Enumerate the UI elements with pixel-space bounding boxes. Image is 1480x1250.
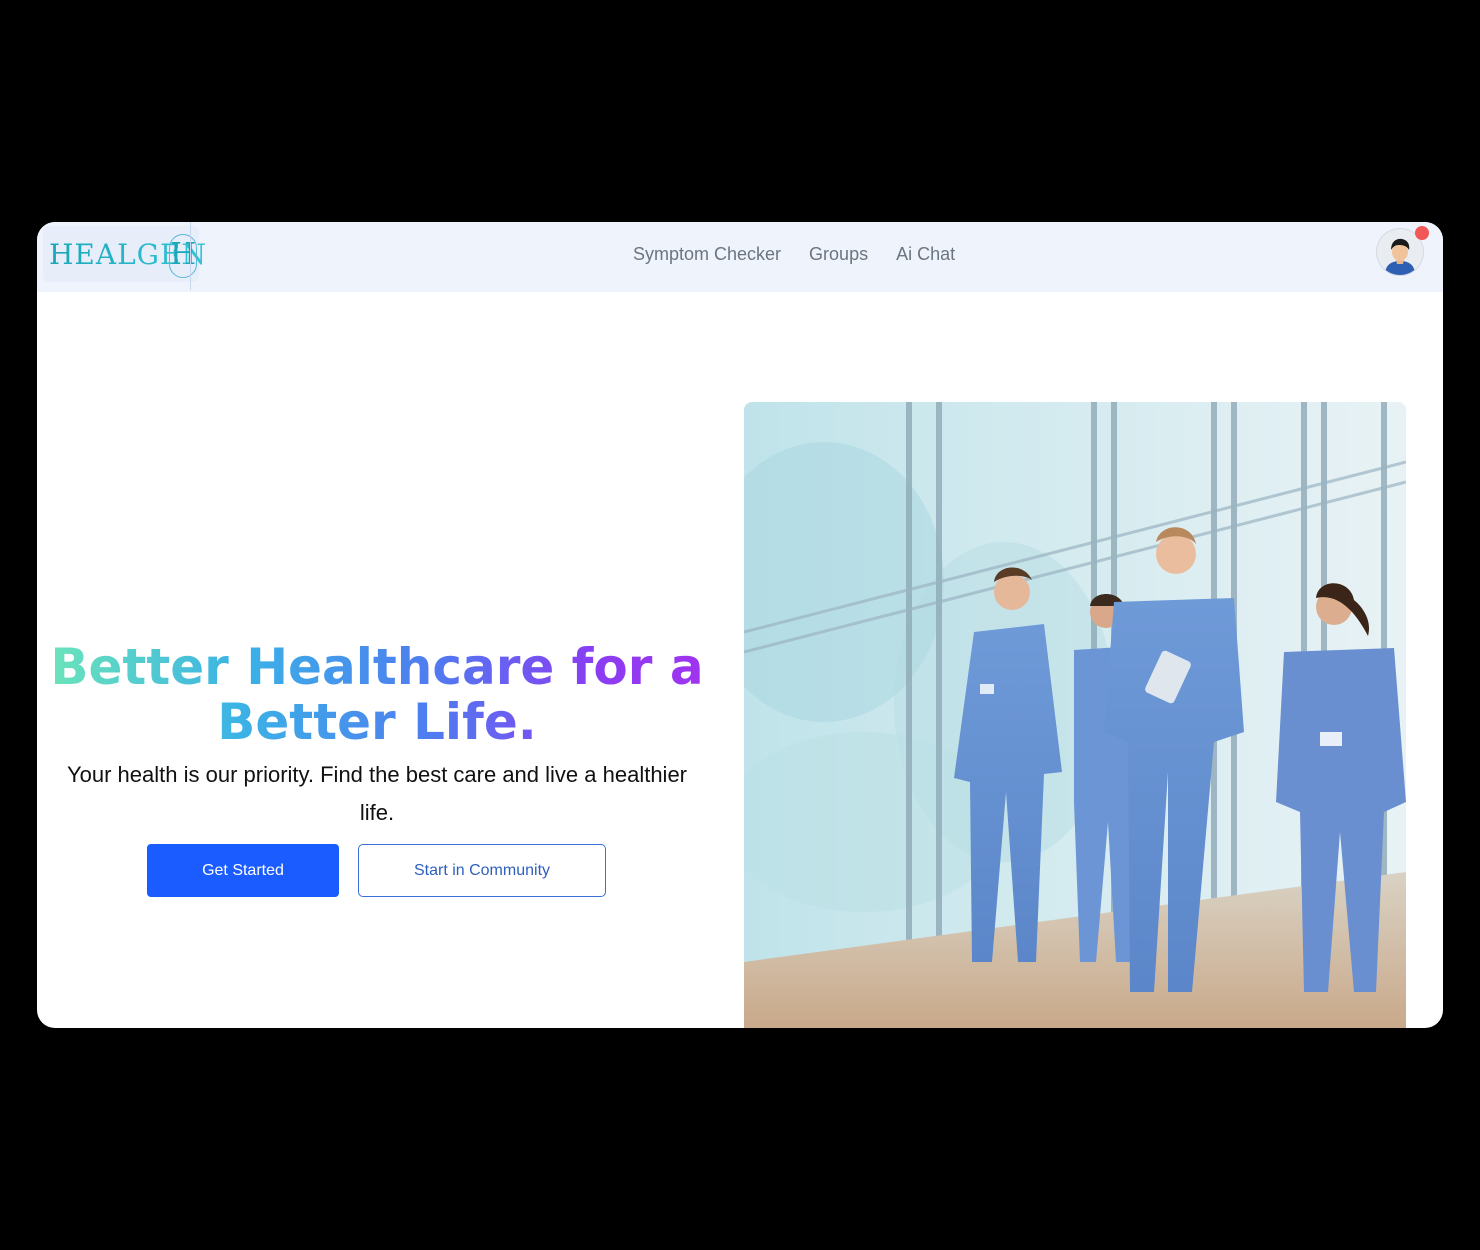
main-nav: Symptom Checker Groups Ai Chat (633, 244, 955, 265)
start-in-community-button[interactable]: Start in Community (358, 844, 606, 897)
notification-dot (1415, 226, 1429, 240)
nav-link-symptom-checker[interactable]: Symptom Checker (633, 244, 781, 265)
logo-divider (190, 222, 191, 290)
get-started-button[interactable]: Get Started (147, 844, 339, 897)
brand-logo[interactable]: HEALGEN H (43, 226, 206, 282)
hero-photo-illustration (744, 402, 1406, 1028)
hero-doctors-photo (744, 402, 1406, 1028)
nav-link-groups[interactable]: Groups (809, 244, 868, 265)
top-navbar: HEALGEN H Symptom Checker Groups Ai Chat (37, 222, 1443, 292)
hero-subtitle: Your health is our priority. Find the be… (66, 762, 688, 825)
brand-logo-mark: H (169, 234, 197, 278)
hero-title: Better Healthcare for a Better Life. (37, 639, 717, 750)
app-window: HEALGEN H Symptom Checker Groups Ai Chat… (37, 222, 1443, 1028)
nav-link-ai-chat[interactable]: Ai Chat (896, 244, 955, 265)
